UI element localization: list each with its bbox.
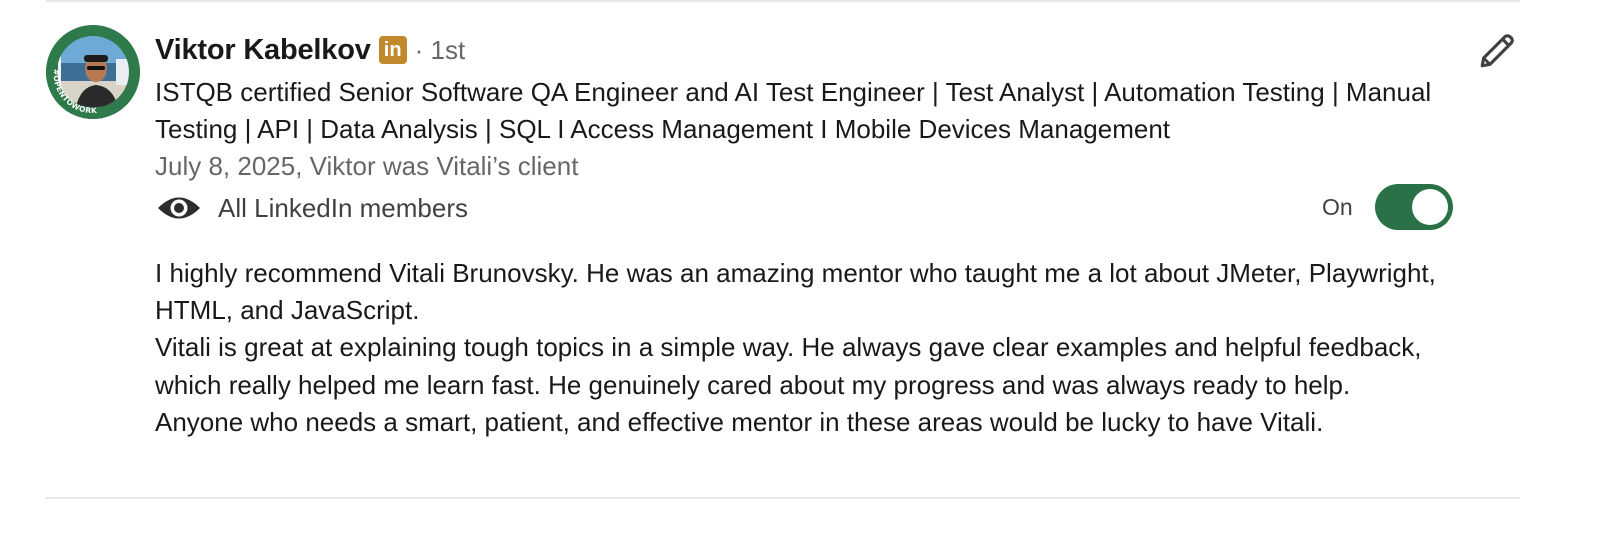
recommendation-text: I highly recommend Vitali Brunovsky. He … — [155, 255, 1475, 441]
svg-text:#OPENTOWORK: #OPENTOWORK — [52, 69, 99, 115]
edit-button[interactable] — [1474, 26, 1522, 74]
relationship-line: July 8, 2025, Viktor was Vitali’s client — [155, 151, 579, 181]
toggle-state-label: On — [1322, 193, 1353, 220]
visibility-toggle[interactable] — [1374, 184, 1453, 230]
recommendation-paragraph: Anyone who needs a smart, patient, and e… — [155, 406, 1324, 437]
open-to-work-label: #OPENTOWORK — [52, 69, 99, 115]
linkedin-premium-icon: in — [378, 36, 407, 64]
visibility-toggle-group: On — [1322, 183, 1453, 231]
recommendation-paragraph: I highly recommend Vitali Brunovsky. He … — [155, 258, 1436, 326]
bottom-divider — [46, 497, 1520, 499]
recommender-header: Viktor Kabelkov in · 1st — [155, 28, 465, 72]
avatar[interactable]: #OPENTOWORK — [46, 25, 140, 119]
pencil-icon — [1480, 34, 1514, 68]
connection-degree: · 1st — [414, 34, 466, 65]
eye-icon — [155, 186, 203, 230]
recommender-name[interactable]: Viktor Kabelkov — [155, 34, 371, 67]
visibility-row: All LinkedIn members — [155, 186, 468, 230]
visibility-label: All LinkedIn members — [218, 192, 468, 223]
top-divider — [46, 0, 1520, 2]
recommendation-paragraph: Vitali is great at explaining tough topi… — [155, 332, 1422, 400]
recommender-headline: ISTQB certified Senior Software QA Engin… — [155, 77, 1432, 144]
toggle-knob — [1411, 189, 1448, 225]
